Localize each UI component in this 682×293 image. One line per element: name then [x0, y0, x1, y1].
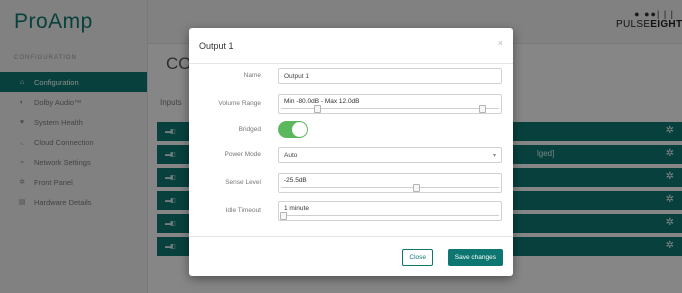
close-button[interactable]: Close [402, 249, 433, 266]
dialog-title: Output 1 [199, 41, 234, 51]
name-input[interactable]: Output 1 [278, 68, 502, 84]
sense-level-label: Sense Level [225, 179, 261, 186]
idle-timeout-value: 1 minute [284, 205, 309, 212]
volume-range-label: Volume Range [218, 100, 261, 107]
volume-range-slider[interactable]: Min -80.0dB - Max 12.0dB [278, 94, 502, 114]
bridged-row: Bridged [189, 121, 513, 143]
slider-track [281, 187, 499, 189]
power-mode-label: Power Mode [224, 151, 262, 158]
power-mode-value: Auto [284, 152, 298, 159]
dialog-header: Output 1 × [189, 28, 513, 64]
power-mode-row: Power Mode Auto ▾ [189, 147, 513, 169]
volume-max-thumb[interactable] [479, 105, 487, 113]
sense-level-row: Sense Level -25.5dB [189, 173, 513, 195]
bridged-label: Bridged [238, 126, 261, 133]
sense-level-thumb[interactable] [412, 184, 420, 192]
sense-level-slider[interactable]: -25.5dB [278, 173, 502, 193]
volume-range-value: Min -80.0dB - Max 12.0dB [284, 98, 360, 105]
idle-timeout-row: Idle Timeout 1 minute [189, 201, 513, 223]
toggle-knob [292, 122, 307, 137]
idle-timeout-slider[interactable]: 1 minute [278, 201, 502, 221]
volume-min-thumb[interactable] [314, 105, 322, 113]
dialog-footer: Close Save changes [189, 236, 513, 276]
name-label: Name [243, 72, 261, 79]
slider-track [281, 215, 499, 217]
idle-timeout-label: Idle Timeout [225, 207, 261, 214]
bridged-toggle[interactable] [278, 121, 308, 138]
volume-range-row: Volume Range Min -80.0dB - Max 12.0dB [189, 94, 513, 116]
close-icon[interactable]: × [498, 38, 503, 48]
chevron-down-icon: ▾ [492, 153, 496, 159]
output-settings-dialog: Output 1 × Name Output 1 Volume Range Mi… [189, 28, 513, 276]
idle-timeout-thumb[interactable] [280, 212, 287, 220]
sense-level-value: -25.5dB [284, 177, 307, 184]
save-changes-button[interactable]: Save changes [447, 249, 503, 266]
name-row: Name Output 1 [189, 68, 513, 90]
power-mode-select[interactable]: Auto ▾ [278, 147, 502, 163]
